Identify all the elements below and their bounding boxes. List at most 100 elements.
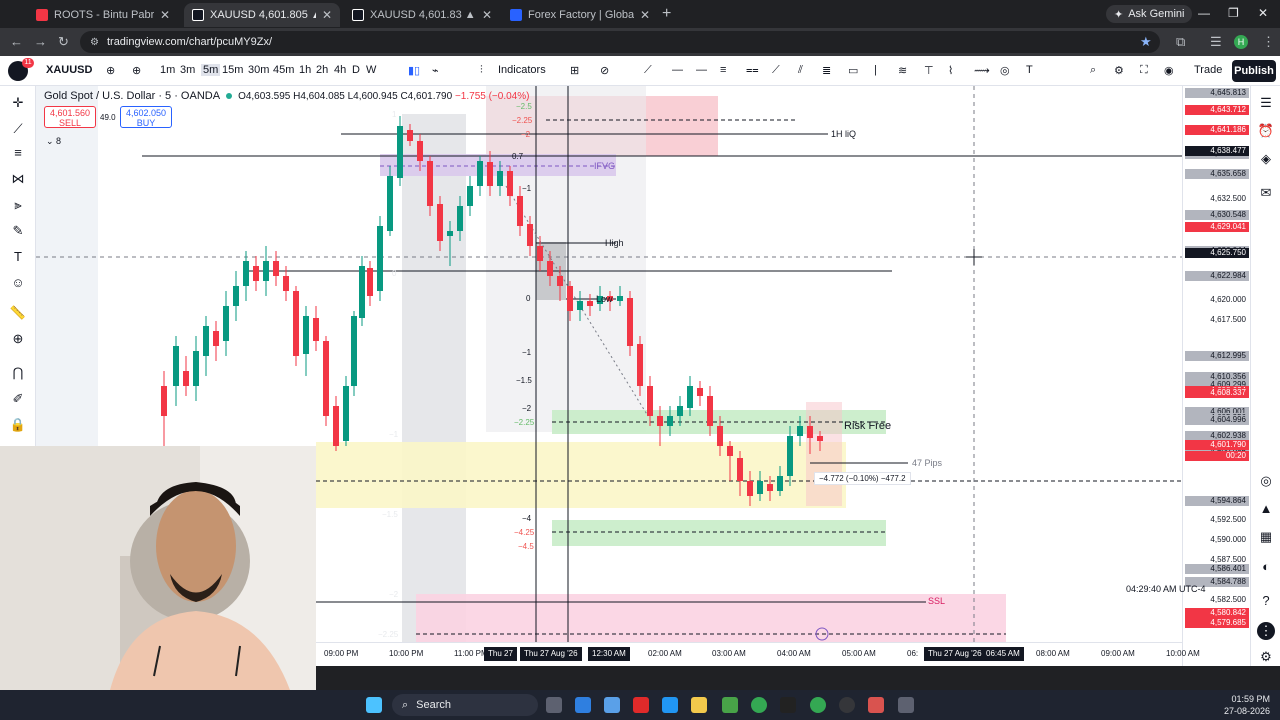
fib-ext-icon[interactable]: ⩵ — [746, 64, 759, 77]
timezone-label[interactable]: 04:29:40 AM UTC-4 — [1126, 584, 1206, 594]
settings-gear-icon[interactable]: ⚙ — [1257, 648, 1275, 666]
timeframe-W[interactable]: W — [366, 64, 376, 76]
ruler-tool-icon[interactable]: 📏 — [9, 304, 27, 322]
address-input[interactable]: ⚙ tradingview.com/chart/pcuMY9Zx/ — [80, 31, 1160, 53]
symbol-search[interactable]: XAUUSD — [46, 64, 92, 76]
layers-icon[interactable]: ◈ — [1257, 150, 1275, 168]
forecast-tool-icon[interactable]: ⫸ — [9, 196, 27, 214]
explorer-icon[interactable] — [691, 697, 707, 713]
site-info-icon[interactable]: ⚙ — [90, 37, 99, 48]
fib-icon[interactable]: ≡ — [720, 64, 726, 76]
app-gear-icon[interactable] — [839, 697, 855, 713]
help-icon[interactable]: ? — [1257, 592, 1275, 610]
start-icon[interactable] — [366, 697, 382, 713]
alerts-icon[interactable]: ⏰ — [1257, 122, 1275, 140]
brush-tool-icon[interactable]: ✎ — [9, 222, 27, 240]
indicator-collapse[interactable]: ⌄ 8 — [46, 136, 61, 147]
settings-icon[interactable] — [898, 697, 914, 713]
timeframe-45m[interactable]: 45m — [273, 64, 294, 76]
add-symbol-icon[interactable]: ⊕ — [132, 64, 141, 77]
ellipse-icon[interactable]: ◎ — [1000, 64, 1010, 77]
pitch-icon[interactable]: ≣ — [822, 64, 831, 77]
restore-icon[interactable]: ❐ — [1228, 6, 1239, 20]
close-window-icon[interactable]: ✕ — [1258, 6, 1268, 20]
taskbar-clock[interactable]: 01:59 PM 27-08-2026 — [1224, 693, 1270, 717]
news-icon[interactable]: ◐ — [1257, 558, 1275, 576]
close-icon[interactable]: ✕ — [640, 8, 650, 22]
close-icon[interactable]: ✕ — [322, 8, 332, 22]
parallel-icon[interactable]: ⫽ — [798, 64, 803, 77]
emoji-tool-icon[interactable]: ☺ — [9, 274, 27, 292]
xbox-icon[interactable] — [722, 697, 738, 713]
text-anchor-icon[interactable]: ⊤ — [924, 64, 934, 77]
browser-tab-xauusd[interactable]: XAUUSD 4,601.83 ▲ +0.16% ✕ — [344, 3, 500, 27]
pattern-tool-icon[interactable]: ⋈ — [9, 170, 27, 188]
timeframe-1h[interactable]: 1h — [299, 64, 311, 76]
trendline-icon[interactable]: ⟋ — [772, 64, 780, 77]
timeframe-1m[interactable]: 1m — [160, 64, 175, 76]
zoom-in-tool-icon[interactable]: ⊕ — [9, 330, 27, 348]
menu-icon[interactable]: ⋮ — [1262, 34, 1275, 50]
fib-tool-icon[interactable]: ≡ — [9, 144, 27, 162]
zoom-icon[interactable]: ⌕ — [1090, 64, 1096, 77]
alert-icon[interactable]: ⊘ — [600, 64, 609, 77]
close-icon[interactable]: ✕ — [160, 8, 170, 22]
trendline-tool-icon[interactable]: ⟋ — [9, 120, 27, 138]
forward-icon[interactable]: → — [34, 34, 47, 49]
sell-button[interactable]: 4,601.560 SELL — [44, 106, 96, 128]
indicators-button[interactable]: Indicators — [498, 64, 546, 76]
trade-button[interactable]: Trade — [1194, 64, 1222, 76]
brush-icon[interactable]: ⟿ — [974, 64, 990, 77]
app-dark-icon[interactable] — [780, 697, 796, 713]
reload-icon[interactable]: ↻ — [58, 34, 69, 50]
extensions-icon[interactable]: ⧉ — [1176, 34, 1185, 50]
fullscreen-icon[interactable]: ⛶ — [1140, 64, 1148, 77]
app-l-icon[interactable] — [633, 697, 649, 713]
app-a-icon[interactable] — [662, 697, 678, 713]
browser-tab-xauusd-active[interactable]: XAUUSD 4,601.805 ▲ +0.15% ✕ — [184, 3, 340, 27]
crosshair-icon[interactable]: ✛ — [9, 94, 27, 112]
apps-icon[interactable]: ⋮ — [1257, 622, 1275, 640]
snapshot-icon[interactable]: ◉ — [1164, 64, 1174, 77]
settings-icon[interactable]: ⚙ — [1114, 64, 1124, 77]
text-icon[interactable]: T — [1026, 64, 1033, 76]
telegram-icon[interactable] — [868, 697, 884, 713]
close-icon[interactable]: ✕ — [482, 8, 492, 22]
browser-tab-forexfactory[interactable]: Forex Factory | Global markets ✕ — [502, 3, 658, 27]
timeframe-30m[interactable]: 30m — [248, 64, 269, 76]
stay-drawing-icon[interactable]: ✐ — [9, 390, 27, 408]
target-icon[interactable]: ◎ — [1257, 472, 1275, 490]
taskbar-search[interactable]: ⌕ Search — [392, 694, 538, 716]
calculator-icon[interactable]: ▲ — [1257, 500, 1275, 518]
minimize-icon[interactable]: — — [1198, 6, 1210, 20]
lock-tool-icon[interactable]: 🔒 — [9, 416, 27, 434]
hline-icon[interactable]: — — [672, 64, 683, 76]
ray-icon[interactable]: — — [696, 64, 707, 76]
timeframe-2h[interactable]: 2h — [316, 64, 328, 76]
tab-search-icon[interactable]: ☰ — [1210, 34, 1222, 50]
timeframe-5m[interactable]: 5m — [201, 64, 221, 76]
ask-gemini-button[interactable]: ✦ Ask Gemini — [1106, 5, 1193, 23]
watchlist-icon[interactable]: ☰ — [1257, 94, 1275, 112]
compare-icon[interactable]: ⊕ — [106, 64, 115, 77]
indicators-icon[interactable]: ⫶ — [480, 64, 483, 77]
chrome-icon[interactable] — [751, 697, 767, 713]
publish-button[interactable]: Publish — [1232, 60, 1276, 82]
path-icon[interactable]: ⌇ — [948, 64, 953, 77]
candles-icon[interactable]: ▮▯ — [408, 64, 420, 77]
layout-icon[interactable]: ⊞ — [570, 64, 579, 77]
new-tab-button[interactable]: + — [662, 5, 671, 23]
outlook-icon[interactable] — [575, 697, 591, 713]
price-scale[interactable]: 4,632.500 4,620.000 4,617.500 4,592.500 4,59… — [1182, 86, 1250, 666]
buy-button[interactable]: 4,602.050 BUY — [120, 106, 172, 128]
line-tools-icon[interactable]: ⟋ — [644, 64, 652, 77]
channel-icon[interactable]: ≋ — [898, 64, 907, 77]
timeframe-D[interactable]: D — [352, 64, 360, 76]
back-icon[interactable]: ← — [10, 34, 23, 49]
browser-tab-roots[interactable]: ROOTS - Bintu Pabra & KP ✕ — [28, 3, 178, 27]
text-tool-icon[interactable]: T — [9, 248, 27, 266]
calendar-icon[interactable]: ▦ — [1257, 528, 1275, 546]
timeframe-3m[interactable]: 3m — [180, 64, 195, 76]
timeframe-4h[interactable]: 4h — [334, 64, 346, 76]
profile-avatar[interactable]: H — [1234, 35, 1248, 49]
